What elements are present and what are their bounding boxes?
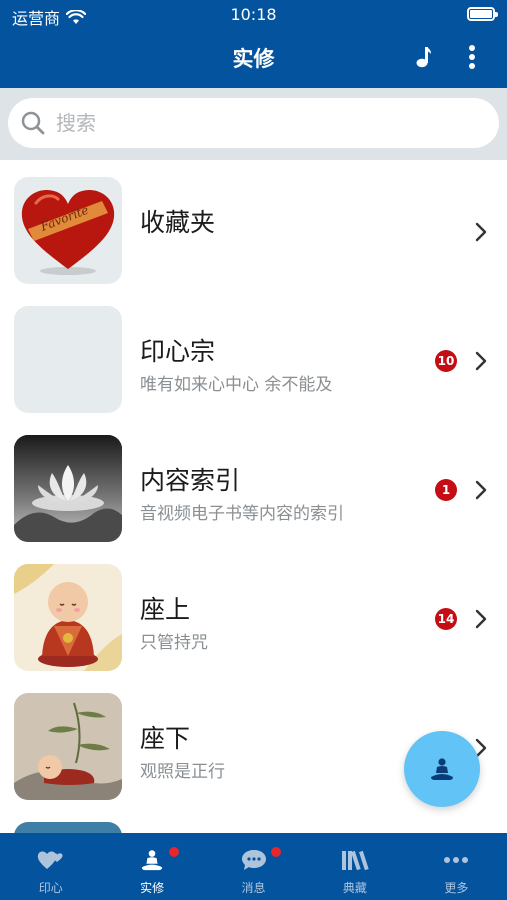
item-title: 收藏夹 bbox=[140, 208, 216, 237]
meditation-icon bbox=[431, 758, 453, 780]
search-icon bbox=[21, 111, 45, 135]
chevron-right-icon bbox=[475, 609, 487, 629]
hearts-icon bbox=[37, 851, 63, 869]
tab-label: 消息 bbox=[241, 881, 266, 895]
chevron-right-icon bbox=[475, 351, 487, 371]
tab-messages[interactable]: 消息 bbox=[203, 833, 304, 900]
item-thumbnail bbox=[14, 822, 122, 833]
search-bar[interactable] bbox=[8, 98, 499, 148]
library-books-icon bbox=[341, 850, 369, 871]
music-note-icon bbox=[416, 47, 431, 68]
sitting-monk-thumbnail bbox=[14, 564, 122, 671]
unread-badge: 1 bbox=[435, 479, 457, 501]
search-area bbox=[0, 88, 507, 160]
notification-dot bbox=[169, 847, 180, 857]
tab-library[interactable]: 典藏 bbox=[304, 833, 405, 900]
top-bar: 运营商 10:18 实修 bbox=[0, 0, 507, 88]
status-time: 10:18 bbox=[230, 5, 277, 24]
tab-label: 实修 bbox=[140, 881, 165, 895]
more-vertical-icon bbox=[469, 45, 475, 69]
tab-bar: 印心 实修 消息 典藏 更多 bbox=[0, 833, 507, 900]
item-title: 座下 bbox=[140, 724, 191, 753]
item-title: 内容索引 bbox=[140, 466, 241, 495]
item-subtitle: 只管持咒 bbox=[140, 633, 208, 653]
tab-shixiu[interactable]: 实修 bbox=[101, 833, 202, 900]
favorite-heart-thumbnail: Favorite bbox=[14, 177, 122, 284]
list-item-yinxinzong[interactable]: 印心宗 唯有如来心中心 余不能及 10 bbox=[0, 289, 507, 418]
search-input[interactable] bbox=[56, 111, 476, 135]
battery-icon bbox=[467, 7, 498, 21]
list-item-content-index[interactable]: 内容索引 音视频电子书等内容的索引 1 bbox=[0, 418, 507, 547]
tab-label: 印心 bbox=[38, 881, 63, 895]
item-title: 座上 bbox=[140, 595, 191, 624]
item-subtitle: 音视频电子书等内容的索引 bbox=[140, 504, 344, 524]
tab-label: 更多 bbox=[444, 881, 469, 895]
tab-more[interactable]: 更多 bbox=[406, 833, 507, 900]
music-button[interactable] bbox=[410, 42, 438, 72]
meditation-icon bbox=[141, 850, 163, 871]
more-horizontal-icon bbox=[444, 857, 469, 863]
blank-thumbnail bbox=[14, 306, 122, 413]
chevron-right-icon bbox=[475, 480, 487, 500]
item-title: 印心宗 bbox=[140, 337, 216, 366]
tab-yinxin[interactable]: 印心 bbox=[0, 833, 101, 900]
chevron-right-icon bbox=[475, 222, 487, 242]
more-menu-button[interactable] bbox=[458, 42, 486, 72]
item-subtitle: 唯有如来心中心 余不能及 bbox=[140, 375, 333, 395]
tab-label: 典藏 bbox=[342, 881, 367, 895]
chat-bubble-icon bbox=[241, 850, 266, 870]
meditation-fab-button[interactable] bbox=[404, 731, 480, 807]
status-bar: 运营商 10:18 bbox=[0, 0, 507, 30]
item-subtitle: 观照是正行 bbox=[140, 762, 225, 782]
unread-badge: 10 bbox=[435, 350, 457, 372]
lotus-thumbnail bbox=[14, 435, 122, 542]
list-item-partial[interactable] bbox=[0, 805, 507, 833]
lying-monk-thumbnail bbox=[14, 693, 122, 800]
unread-badge: 14 bbox=[435, 608, 457, 630]
notification-dot bbox=[270, 847, 281, 857]
list-item-zuoshang[interactable]: 座上 只管持咒 14 bbox=[0, 547, 507, 676]
list-item-favorites[interactable]: Favorite 收藏夹 bbox=[0, 160, 507, 289]
